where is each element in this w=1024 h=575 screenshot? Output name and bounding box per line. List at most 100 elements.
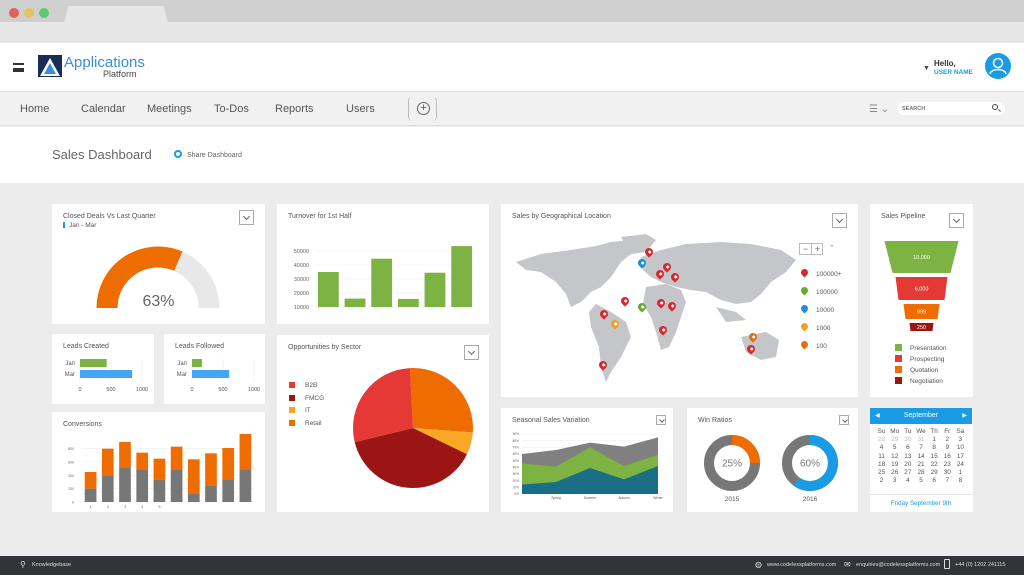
calendar-day[interactable]: 20 <box>901 461 914 468</box>
zoom-in-button[interactable]: + <box>812 244 823 254</box>
x-tick-label: Winter <box>653 496 663 500</box>
calendar-day[interactable]: 12 <box>888 453 901 460</box>
next-month-button[interactable]: ▶ <box>962 408 967 424</box>
geo-legend-item: 100000+ <box>799 267 842 278</box>
calendar-day[interactable]: 27 <box>901 469 914 476</box>
calendar-day[interactable]: 25 <box>875 469 888 476</box>
mail-icon: ✉ <box>844 560 851 569</box>
add-nav-item-button[interactable]: + <box>408 97 437 121</box>
maximize-window-button[interactable] <box>39 8 49 18</box>
calendar-selected-date[interactable]: Friday September 9th <box>870 494 972 507</box>
calendar-day[interactable]: 17 <box>954 453 967 460</box>
calendar-day[interactable]: 7 <box>941 477 954 484</box>
calendar-day[interactable]: 19 <box>888 461 901 468</box>
calendar-day[interactable]: 28 <box>875 436 888 443</box>
nav-home[interactable]: Home <box>20 103 49 115</box>
nav-meetings[interactable]: Meetings <box>147 103 192 115</box>
x-tick-label: 0 <box>190 387 193 393</box>
calendar-day[interactable]: 5 <box>914 477 927 484</box>
leads-followed-chart: 0 500 1000 Jan Mar <box>177 359 260 393</box>
calendar-day[interactable]: 3 <box>888 477 901 484</box>
user-name[interactable]: USER NAME <box>934 69 973 76</box>
geo-legend-item: 100 <box>799 339 827 350</box>
list-view-icon[interactable]: ☰ ⌄ <box>869 104 889 115</box>
zoom-out-button[interactable]: − <box>800 244 812 254</box>
calendar-day[interactable]: 10 <box>954 444 967 451</box>
x-tick-label: 5 <box>158 505 160 509</box>
calendar-day[interactable]: 18 <box>875 461 888 468</box>
phone-number: +44 (0) 1202 241115 <box>955 562 1006 568</box>
y-tick-label: 60% <box>513 452 520 456</box>
calendar-day[interactable]: 29 <box>928 469 941 476</box>
prev-month-button[interactable]: ◀ <box>875 408 880 424</box>
map-zoom-controls: − + <box>799 243 823 255</box>
nav-users[interactable]: Users <box>346 103 375 115</box>
calendar-day[interactable]: 7 <box>914 444 927 451</box>
nav-reports[interactable]: Reports <box>275 103 314 115</box>
card-menu-dropdown[interactable] <box>832 213 847 228</box>
calendar-day[interactable]: 29 <box>888 436 901 443</box>
calendar-day[interactable]: 13 <box>901 453 914 460</box>
search-icon[interactable] <box>992 104 998 110</box>
world-map[interactable] <box>511 232 801 392</box>
conversion-bar-segment <box>136 452 149 470</box>
x-tick-label: Summer <box>584 496 597 500</box>
conversion-bar-segment <box>136 470 149 502</box>
website-link[interactable]: www.codelessplatforms.com <box>767 562 836 568</box>
calendar-day[interactable]: 16 <box>941 453 954 460</box>
calendar-day[interactable]: 11 <box>875 453 888 460</box>
calendar-day[interactable]: 30 <box>941 469 954 476</box>
y-tick-label: 600 <box>68 461 74 465</box>
user-menu-caret-icon[interactable]: ▼ <box>923 65 930 72</box>
email-link[interactable]: enquiries@codelessplatforms.com <box>856 562 940 568</box>
close-window-button[interactable] <box>9 8 19 18</box>
calendar-day[interactable]: 24 <box>954 461 967 468</box>
funnel-legend-item: Prospecting <box>895 355 944 363</box>
category-label: Mar <box>177 372 187 378</box>
avatar[interactable] <box>985 53 1011 79</box>
nav-todos[interactable]: To-Dos <box>214 103 249 115</box>
calendar-day[interactable]: 2 <box>875 477 888 484</box>
calendar-day[interactable]: 1 <box>954 469 967 476</box>
hamburger-icon[interactable] <box>13 63 24 72</box>
calendar-day[interactable]: 4 <box>875 444 888 451</box>
calendar-day[interactable]: 8 <box>928 444 941 451</box>
calendar-day[interactable]: 6 <box>901 444 914 451</box>
search-input[interactable] <box>902 103 987 114</box>
calendar-day[interactable]: 1 <box>928 436 941 443</box>
calendar-day[interactable]: 22 <box>928 461 941 468</box>
share-label: Share Dashboard <box>187 152 242 159</box>
calendar-day[interactable]: 2 <box>941 436 954 443</box>
minimize-window-button[interactable] <box>24 8 34 18</box>
collapse-legend-icon[interactable]: ⌃ <box>829 244 835 252</box>
calendar-day[interactable]: 30 <box>901 436 914 443</box>
calendar-day[interactable]: 14 <box>914 453 927 460</box>
x-tick-label: 0 <box>78 387 81 393</box>
calendar-day[interactable]: 9 <box>941 444 954 451</box>
calendar-day[interactable]: 15 <box>928 453 941 460</box>
lead-bar <box>192 370 230 378</box>
turnover-bar <box>371 258 393 307</box>
conversion-bar-segment <box>187 494 200 502</box>
calendar-day[interactable]: 23 <box>941 461 954 468</box>
calendar-day[interactable]: 4 <box>901 477 914 484</box>
turnover-bar <box>424 272 446 307</box>
geo-legend-item: 10000 <box>799 303 834 314</box>
card-calendar: ◀ September ▶ Su Mo Tu We Th Fr Sa 28 29 30 31 1 2 3 4… <box>870 408 973 512</box>
calendar-day[interactable]: 3 <box>954 436 967 443</box>
share-dashboard-button[interactable]: Share Dashboard <box>174 150 242 159</box>
donut-year-label: 2015 <box>725 496 740 503</box>
calendar-day[interactable]: 6 <box>928 477 941 484</box>
calendar-day[interactable]: 8 <box>954 477 967 484</box>
calendar-day[interactable]: 5 <box>888 444 901 451</box>
x-tick-label: 4 <box>141 505 143 509</box>
nav-calendar[interactable]: Calendar <box>81 103 126 115</box>
calendar-day[interactable]: 26 <box>888 469 901 476</box>
knowledgebase-link[interactable]: Knowledgebase <box>32 562 71 568</box>
main-nav: Home Calendar Meetings To-Dos Reports Us… <box>0 91 1024 126</box>
calendar-day[interactable]: 31 <box>914 436 927 443</box>
funnel-value-label: 6,000 <box>915 287 929 293</box>
calendar-day[interactable]: 28 <box>914 469 927 476</box>
calendar-day[interactable]: 21 <box>914 461 927 468</box>
conversion-bar-segment <box>222 480 235 502</box>
